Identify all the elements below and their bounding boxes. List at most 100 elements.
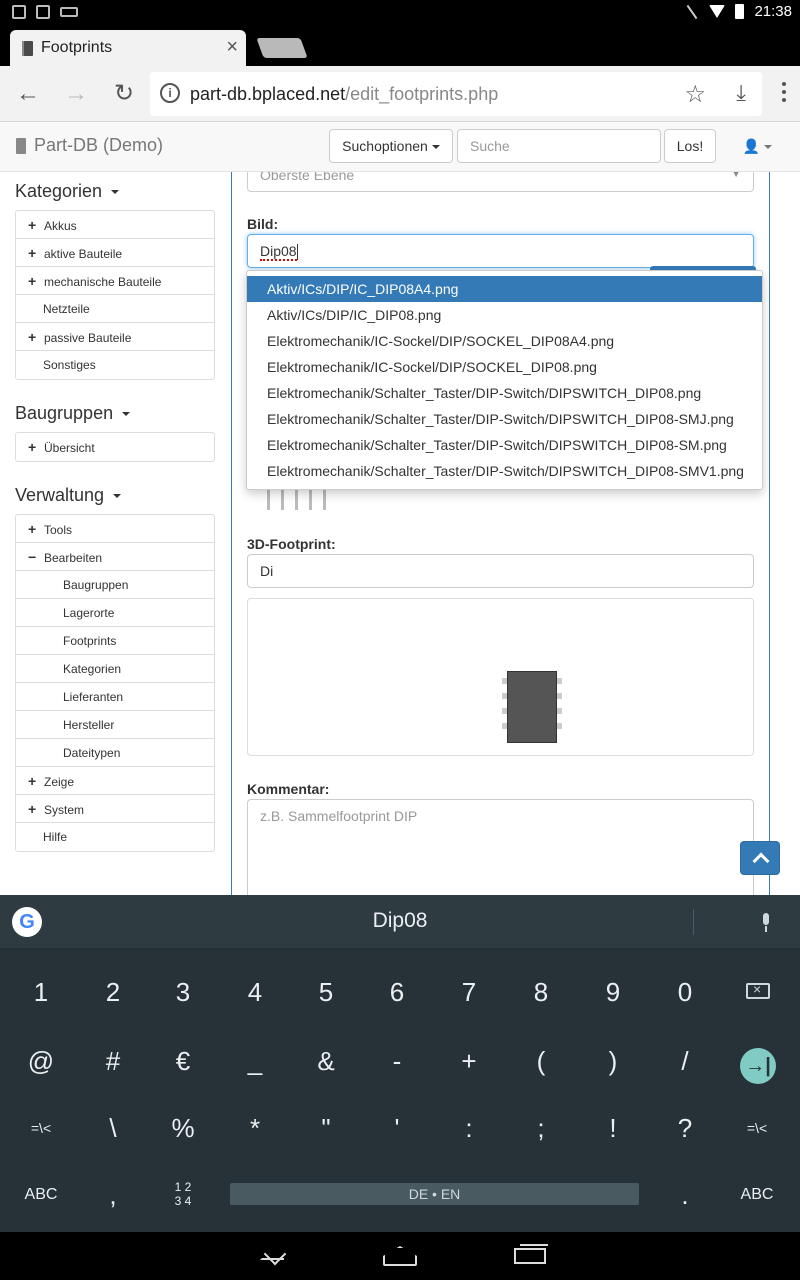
admin-item-tools[interactable]: + Tools — [16, 515, 214, 543]
key-comma[interactable]: , — [83, 1170, 143, 1220]
image-input[interactable]: Dip08 — [247, 234, 754, 268]
admin-item-show[interactable]: + Zeige — [16, 767, 214, 795]
comment-textarea[interactable]: z.B. Sammelfootprint DIP — [247, 799, 754, 895]
user-menu[interactable]: 👤 — [743, 138, 772, 155]
key[interactable]: : — [439, 1103, 499, 1153]
brand-link[interactable]: Part-DB (Demo) — [16, 135, 163, 156]
key[interactable]: - — [367, 1036, 427, 1086]
search-options-button[interactable]: Suchoptionen — [329, 129, 453, 163]
microphone-icon[interactable] — [760, 913, 772, 933]
forward-arrow-icon[interactable]: → — [62, 80, 90, 108]
assemblies-heading[interactable]: Baugruppen — [15, 394, 215, 432]
key[interactable]: 9 — [583, 967, 643, 1017]
key[interactable]: / — [655, 1036, 715, 1086]
key[interactable]: & — [296, 1036, 356, 1086]
new-tab-button[interactable] — [256, 38, 308, 58]
category-item[interactable]: Sonstiges — [16, 351, 214, 379]
plus-icon: + — [28, 245, 37, 261]
key[interactable]: % — [153, 1103, 213, 1153]
autocomplete-item[interactable]: Elektromechanik/Schalter_Taster/DIP-Swit… — [247, 380, 762, 406]
autocomplete-item[interactable]: Aktiv/ICs/DIP/IC_DIP08.png — [247, 302, 762, 328]
key-period[interactable]: . — [655, 1170, 715, 1220]
download-icon[interactable]: ⤓ — [736, 80, 746, 106]
enter-next-icon[interactable]: →| — [740, 1048, 776, 1084]
space-bar[interactable]: DE • EN — [230, 1183, 639, 1205]
autocomplete-item[interactable]: Elektromechanik/Schalter_Taster/DIP-Swit… — [247, 406, 762, 432]
backspace-icon[interactable] — [746, 981, 770, 999]
category-item[interactable]: + mechanische Bauteile — [16, 267, 214, 295]
address-bar[interactable]: i part-db.bplaced.net/edit_footprints.ph… — [150, 72, 762, 116]
recents-icon[interactable] — [514, 1244, 548, 1264]
bookmark-star-icon[interactable]: ☆ — [684, 80, 706, 109]
key-symbols-toggle[interactable]: =\< — [11, 1103, 71, 1153]
key[interactable]: 5 — [296, 967, 356, 1017]
category-item[interactable]: + Akkus — [16, 211, 214, 239]
browser-tab[interactable]: Footprints × — [10, 30, 246, 66]
key[interactable]: ! — [583, 1103, 643, 1153]
key[interactable]: 8 — [511, 967, 571, 1017]
admin-item-system[interactable]: + System — [16, 795, 214, 823]
key[interactable]: 1 — [11, 967, 71, 1017]
edit-item[interactable]: Lagerorte — [16, 599, 214, 627]
key[interactable]: _ — [225, 1036, 285, 1086]
footprint3d-input[interactable]: Di — [247, 554, 754, 588]
key[interactable]: ( — [511, 1036, 571, 1086]
plus-icon: + — [28, 773, 37, 789]
edit-item[interactable]: Footprints — [16, 627, 214, 655]
suggestion-word[interactable]: Dip08 — [0, 909, 800, 933]
key[interactable]: 7 — [439, 967, 499, 1017]
url-host: part-db.bplaced.net — [190, 83, 346, 104]
key[interactable]: ' — [367, 1103, 427, 1153]
back-arrow-icon[interactable]: ← — [14, 80, 42, 108]
key[interactable]: ? — [655, 1103, 715, 1153]
categories-heading[interactable]: Kategorien — [15, 172, 215, 210]
key-abc[interactable]: ABC — [727, 1170, 787, 1220]
autocomplete-item[interactable]: Aktiv/ICs/DIP/IC_DIP08A4.png — [247, 276, 762, 302]
key[interactable]: € — [153, 1036, 213, 1086]
edit-item[interactable]: Dateitypen — [16, 739, 214, 767]
key[interactable]: 4 — [225, 967, 285, 1017]
key[interactable]: 2 — [83, 967, 143, 1017]
menu-kebab-icon[interactable] — [782, 82, 786, 106]
system-nav-bar — [0, 1232, 800, 1280]
admin-item-edit[interactable]: − Bearbeiten — [16, 543, 214, 571]
tab-close-icon[interactable]: × — [226, 36, 238, 59]
key-symbols-toggle[interactable]: =\< — [727, 1103, 787, 1153]
key[interactable]: + — [439, 1036, 499, 1086]
edit-item[interactable]: Lieferanten — [16, 683, 214, 711]
search-go-button[interactable]: Los! — [664, 129, 716, 163]
admin-heading[interactable]: Verwaltung — [15, 476, 215, 514]
autocomplete-item[interactable]: Elektromechanik/Schalter_Taster/DIP-Swit… — [247, 458, 762, 484]
category-item[interactable]: Netzteile — [16, 295, 214, 323]
parent-select[interactable]: Oberste Ebene ▼ — [247, 172, 754, 192]
key[interactable]: * — [225, 1103, 285, 1153]
site-info-icon[interactable]: i — [160, 83, 180, 103]
search-input[interactable]: Suche — [457, 129, 661, 163]
assembly-item[interactable]: + Übersicht — [16, 433, 214, 461]
autocomplete-item[interactable]: Elektromechanik/Schalter_Taster/DIP-Swit… — [247, 432, 762, 458]
key[interactable]: ; — [511, 1103, 571, 1153]
key[interactable]: ) — [583, 1036, 643, 1086]
key-abc[interactable]: ABC — [11, 1170, 71, 1220]
clock: 21:38 — [754, 3, 792, 20]
key[interactable]: 3 — [153, 967, 213, 1017]
admin-item-help[interactable]: Hilfe — [16, 823, 214, 851]
autocomplete-item[interactable]: Elektromechanik/IC-Sockel/DIP/SOCKEL_DIP… — [247, 354, 762, 380]
key[interactable]: 6 — [367, 967, 427, 1017]
key[interactable]: " — [296, 1103, 356, 1153]
edit-item[interactable]: Hersteller — [16, 711, 214, 739]
key[interactable]: # — [83, 1036, 143, 1086]
category-item[interactable]: + passive Bauteile — [16, 323, 214, 351]
key[interactable]: @ — [11, 1036, 71, 1086]
hide-keyboard-icon[interactable] — [260, 1250, 284, 1260]
category-item[interactable]: + aktive Bauteile — [16, 239, 214, 267]
autocomplete-item[interactable]: Elektromechanik/IC-Sockel/DIP/SOCKEL_DIP… — [247, 328, 762, 354]
key[interactable]: 0 — [655, 967, 715, 1017]
reload-icon[interactable]: ↻ — [110, 80, 138, 108]
scroll-to-top-button[interactable] — [740, 841, 780, 875]
key[interactable]: \ — [83, 1103, 143, 1153]
edit-item[interactable]: Kategorien — [16, 655, 214, 683]
key-fractions[interactable]: 1 2 3 4 — [153, 1170, 213, 1220]
edit-item[interactable]: Baugruppen — [16, 571, 214, 599]
home-icon[interactable] — [383, 1246, 417, 1266]
